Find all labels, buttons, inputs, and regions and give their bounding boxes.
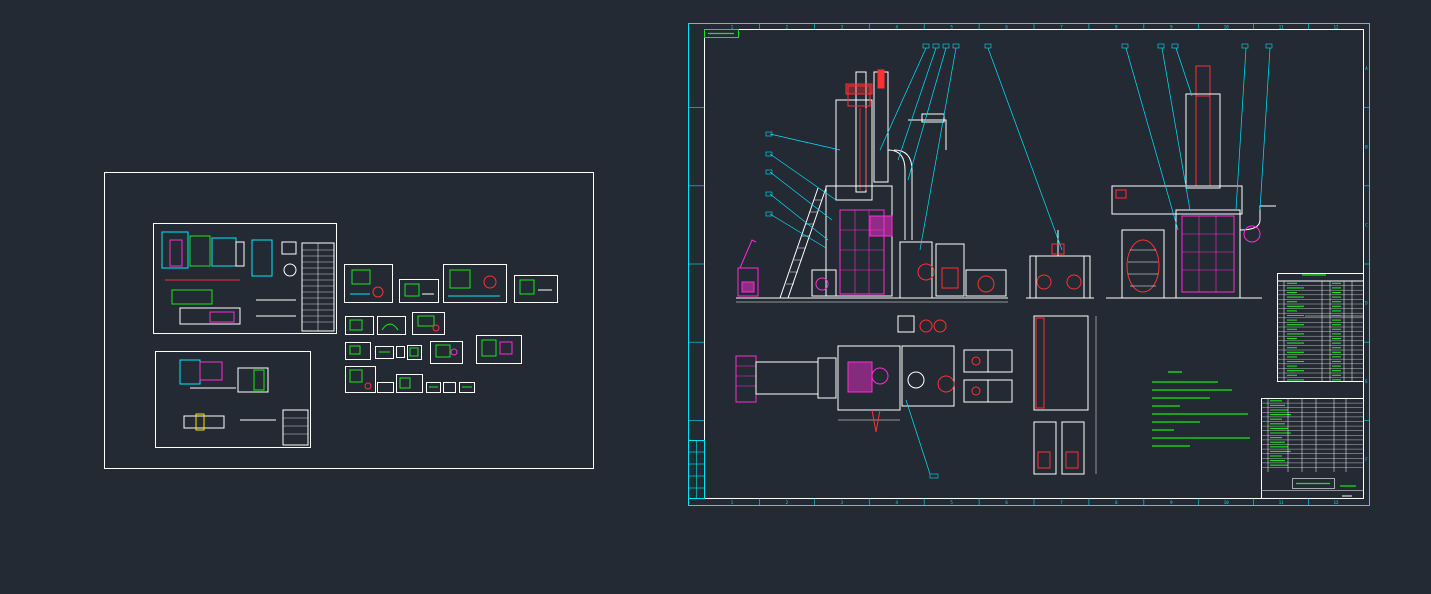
technical-notes (1152, 371, 1250, 447)
zone-number-bottom: 2 (786, 500, 789, 505)
zone-letter-right: B (1365, 144, 1368, 149)
zone-number-top: 10 (1224, 25, 1229, 30)
thumb-subassembly-drawing[interactable] (155, 351, 311, 448)
thumb-part-16[interactable] (396, 374, 423, 393)
zone-number-bottom: 10 (1224, 500, 1229, 505)
zone-number-top: 7 (1060, 25, 1063, 30)
side-equipment-view[interactable] (1026, 230, 1094, 299)
thumb-part-18[interactable] (443, 382, 456, 393)
thumb-part-12[interactable] (430, 341, 463, 364)
zone-number-bottom: 1 (731, 500, 734, 505)
thumb-part-19[interactable] (459, 382, 475, 393)
zone-letter-right: E (1365, 379, 1368, 384)
thumb-part-13[interactable] (476, 335, 522, 364)
front-elevation-view[interactable] (736, 69, 1008, 303)
thumb-part-11[interactable] (407, 345, 422, 360)
parts-list-table[interactable] (1277, 273, 1364, 382)
zone-number-top: 5 (950, 25, 953, 30)
zone-number-top: 3 (841, 25, 844, 30)
thumb-part-06[interactable] (377, 316, 406, 335)
title-block[interactable] (1261, 398, 1364, 499)
thumb-part-17[interactable] (426, 382, 441, 393)
zone-number-bottom: 9 (1170, 500, 1173, 505)
cad-viewport[interactable]: 1 1 2 2 3 3 4 4 5 5 6 6 7 7 8 8 9 9 10 10 11 11 12 12 A B C D E F (0, 0, 1431, 590)
zone-number-top: 12 (1334, 25, 1339, 30)
main-drawing-sheet[interactable]: 112233445566778899101011111212ABCDEF (688, 23, 1370, 506)
thumb-part-07[interactable] (412, 312, 445, 335)
zone-number-bottom: 12 (1334, 500, 1339, 505)
zone-number-top: 4 (895, 25, 898, 30)
zone-number-bottom: 11 (1279, 500, 1284, 505)
thumb-part-01[interactable] (344, 264, 393, 303)
left-title-strip (688, 440, 705, 499)
zone-number-top: 6 (1005, 25, 1008, 30)
thumb-assembly-drawing[interactable] (153, 223, 337, 334)
zone-number-bottom: 5 (950, 500, 953, 505)
overview-sheet-border (104, 172, 594, 469)
thumb-part-15[interactable] (377, 382, 394, 393)
thumb-part-03[interactable] (443, 264, 507, 303)
zone-number-bottom: 3 (841, 500, 844, 505)
zone-number-bottom: 6 (1005, 500, 1008, 505)
thumb-part-14[interactable] (345, 366, 376, 393)
zone-letter-right: F (1365, 457, 1368, 462)
zone-letter-right: A (1365, 66, 1368, 71)
side-elevation-view[interactable] (1106, 65, 1276, 299)
thumb-part-08[interactable] (345, 342, 371, 360)
plan-view[interactable] (735, 315, 1097, 475)
thumb-part-09[interactable] (375, 346, 394, 359)
zone-letter-right: D (1365, 301, 1368, 306)
zone-number-bottom: 4 (895, 500, 898, 505)
zone-number-top: 9 (1170, 25, 1173, 30)
zone-number-top: 11 (1279, 25, 1284, 30)
zone-letter-right: C (1365, 222, 1368, 227)
zone-number-top: 2 (786, 25, 789, 30)
thumb-part-02[interactable] (399, 279, 439, 303)
thumb-part-10[interactable] (396, 346, 405, 358)
thumb-part-05[interactable] (345, 316, 374, 335)
zone-number-top: 1 (731, 25, 734, 30)
overview-sheet[interactable] (104, 172, 594, 469)
thumb-part-04[interactable] (514, 275, 558, 303)
zone-number-bottom: 8 (1115, 500, 1118, 505)
zone-number-bottom: 7 (1060, 500, 1063, 505)
zone-number-top: 8 (1115, 25, 1118, 30)
